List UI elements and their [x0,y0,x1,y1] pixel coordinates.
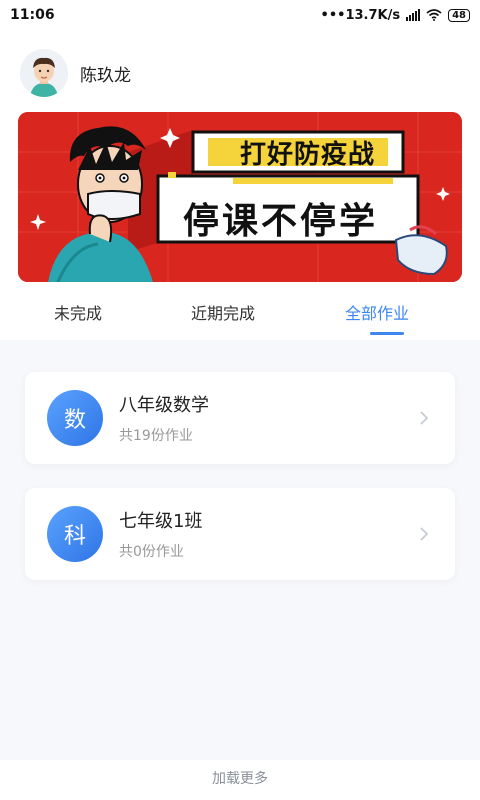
class-card[interactable]: 数 八年级数学 共19份作业 [25,372,455,464]
tab-active-indicator [370,332,404,335]
homework-tabs: 未完成 近期完成 全部作业 [0,292,480,338]
status-bar: 11:06 •••13.7K/s 48 [0,0,480,30]
class-card-text: 八年级数学 共19份作业 [119,391,417,445]
user-profile[interactable]: 陈玖龙 [20,48,131,98]
class-list: 数 八年级数学 共19份作业 科 七年级1班 共0份作业 [0,340,480,760]
avatar[interactable] [20,49,68,97]
class-card[interactable]: 科 七年级1班 共0份作业 [25,488,455,580]
status-time: 11:06 [10,7,55,23]
class-homework-count: 共0份作业 [119,544,184,560]
signal-icon [406,9,421,21]
class-homework-count: 共19份作业 [119,428,193,444]
chevron-right-icon [420,527,429,541]
chevron-right-icon [420,411,429,425]
battery-icon: 48 [448,8,470,22]
status-indicators: •••13.7K/s 48 [321,8,470,23]
network-speed: •••13.7K/s [320,7,401,23]
class-subject-icon: 科 [47,506,103,562]
banner-title-small: 打好防疫战 [240,140,376,170]
class-subject-icon: 数 [47,390,103,446]
promo-banner[interactable]: 打好防疫战 停课不停学 [18,112,462,282]
class-card-text: 七年级1班 共0份作业 [119,507,417,561]
class-title: 七年级1班 [119,511,203,532]
wifi-icon [426,9,442,21]
tab-all-homework[interactable]: 全部作业 [345,300,409,324]
class-title: 八年级数学 [119,395,209,416]
user-avatar-icon [20,49,68,97]
load-more-button[interactable]: 加载更多 [0,768,480,788]
tab-unfinished[interactable]: 未完成 [54,300,102,324]
tab-recently-finished[interactable]: 近期完成 [191,300,255,324]
banner-title-big: 停课不停学 [183,201,379,242]
user-name: 陈玖龙 [80,65,131,86]
